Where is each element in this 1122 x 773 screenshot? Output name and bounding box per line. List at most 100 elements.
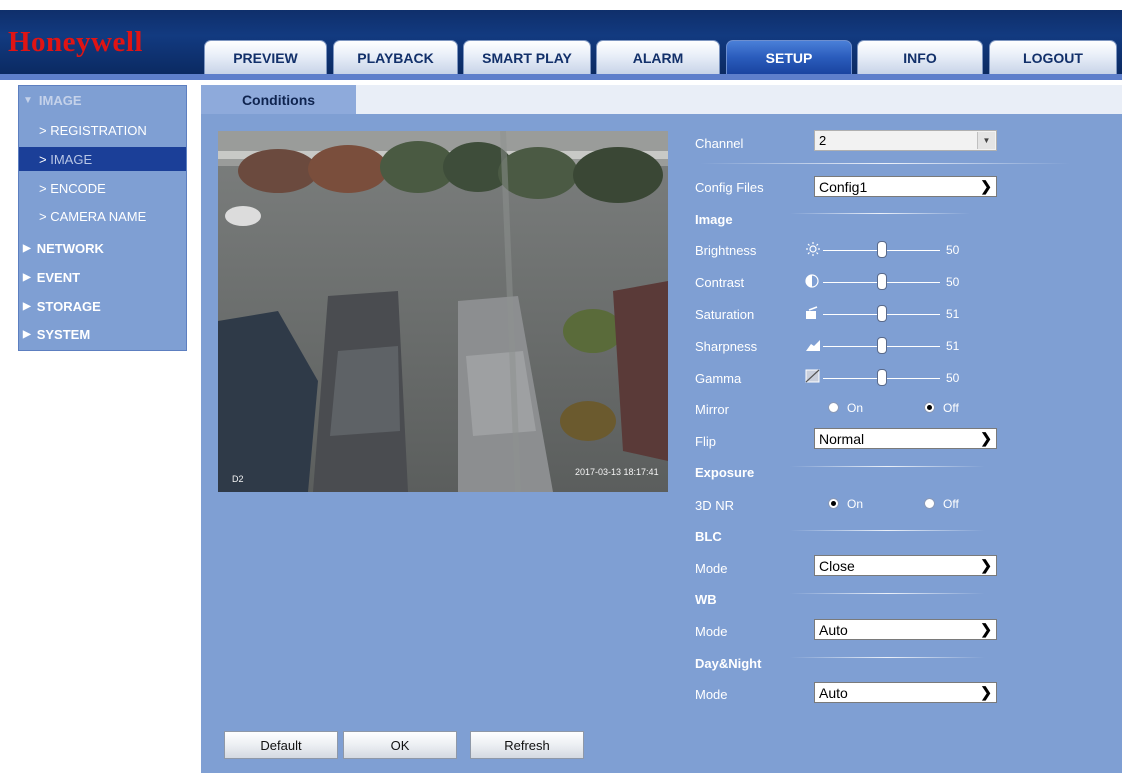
chevron-right-icon: > bbox=[39, 208, 51, 224]
default-button[interactable]: Default bbox=[224, 731, 338, 759]
chevron-down-icon: ❯ bbox=[980, 557, 992, 573]
chevron-down-icon: ❯ bbox=[980, 178, 992, 194]
mirror-on-radio[interactable] bbox=[828, 402, 839, 413]
sharpness-slider-thumb[interactable] bbox=[877, 337, 887, 354]
divider bbox=[790, 593, 985, 594]
tab-alarm[interactable]: ALARM bbox=[596, 40, 720, 74]
sidebar-item-image[interactable]: > IMAGE bbox=[19, 147, 186, 171]
camera-preview[interactable] bbox=[218, 131, 668, 492]
tab-preview[interactable]: PREVIEW bbox=[204, 40, 327, 74]
triangle-right-icon: ▶ bbox=[23, 300, 31, 312]
sharpness-value: 51 bbox=[946, 339, 960, 353]
3dnr-label: 3D NR bbox=[695, 498, 735, 513]
sharpness-icon bbox=[806, 340, 820, 351]
ok-button[interactable]: OK bbox=[343, 731, 457, 759]
3dnr-off-label: Off bbox=[943, 497, 959, 511]
camera-image bbox=[218, 131, 668, 492]
sharpness-label: Sharpness bbox=[695, 339, 758, 354]
blc-mode-value: Close bbox=[819, 557, 855, 574]
wb-mode-value: Auto bbox=[819, 621, 848, 638]
contrast-slider-thumb[interactable] bbox=[877, 273, 887, 290]
tab-conditions[interactable]: Conditions bbox=[201, 85, 356, 114]
saturation-label: Saturation bbox=[695, 307, 755, 322]
sidebar-item-encode[interactable]: > ENCODE bbox=[19, 176, 186, 200]
gamma-label: Gamma bbox=[695, 371, 742, 386]
sidebar-section-label: EVENT bbox=[36, 269, 81, 285]
channel-label: Channel bbox=[695, 136, 744, 151]
tab-smart-play[interactable]: SMART PLAY bbox=[463, 40, 591, 74]
camera-timestamp: 2017-03-13 18:17:41 bbox=[575, 467, 659, 477]
tab-playback[interactable]: PLAYBACK bbox=[333, 40, 458, 74]
sidebar-item-label: REGISTRATION bbox=[50, 122, 147, 138]
sidebar-section-label: IMAGE bbox=[38, 92, 82, 108]
wb-mode-label: Mode bbox=[695, 624, 728, 639]
section-image: Image bbox=[695, 212, 733, 227]
chevron-down-icon: ❯ bbox=[980, 430, 992, 446]
nav-strip bbox=[0, 74, 1122, 80]
daynight-mode-value: Auto bbox=[819, 684, 848, 701]
wb-mode-select[interactable]: Auto ❯ bbox=[814, 619, 997, 640]
saturation-icon bbox=[806, 306, 818, 319]
sidebar-item-label: CAMERA NAME bbox=[50, 208, 147, 224]
blc-mode-select[interactable]: Close ❯ bbox=[814, 555, 997, 576]
section-blc: BLC bbox=[695, 529, 722, 544]
flip-select[interactable]: Normal ❯ bbox=[814, 428, 997, 449]
sidebar-section-event[interactable]: ▶ EVENT bbox=[19, 265, 186, 289]
sidebar-item-label: ENCODE bbox=[50, 180, 106, 196]
mirror-on-label: On bbox=[847, 401, 864, 415]
sidebar-section-system[interactable]: ▶ SYSTEM bbox=[19, 322, 186, 346]
divider bbox=[790, 213, 970, 214]
contrast-icon bbox=[805, 274, 819, 288]
saturation-slider-thumb[interactable] bbox=[877, 305, 887, 322]
chevron-right-icon: > bbox=[39, 180, 51, 196]
flip-label: Flip bbox=[695, 434, 716, 449]
chevron-down-icon: ▼ bbox=[977, 132, 995, 149]
channel-value: 2 bbox=[819, 133, 827, 148]
divider bbox=[790, 657, 985, 658]
sidebar-section-network[interactable]: ▶ NETWORK bbox=[19, 236, 186, 260]
triangle-right-icon: ▶ bbox=[23, 242, 31, 254]
3dnr-on-radio[interactable] bbox=[828, 498, 839, 509]
blc-mode-label: Mode bbox=[695, 561, 728, 576]
mirror-off-radio[interactable] bbox=[924, 402, 935, 413]
brightness-label: Brightness bbox=[695, 243, 757, 258]
tab-logout[interactable]: LOGOUT bbox=[989, 40, 1117, 74]
3dnr-on-label: On bbox=[847, 497, 864, 511]
config-files-value: Config1 bbox=[819, 178, 868, 195]
divider bbox=[700, 163, 1070, 164]
3dnr-off-radio[interactable] bbox=[924, 498, 935, 509]
tab-setup[interactable]: SETUP bbox=[726, 40, 852, 74]
refresh-button[interactable]: Refresh bbox=[470, 731, 584, 759]
gamma-slider-thumb[interactable] bbox=[877, 369, 887, 386]
sidebar-section-label: NETWORK bbox=[36, 240, 104, 256]
sidebar-item-registration[interactable]: > REGISTRATION bbox=[19, 118, 186, 142]
sidebar-section-label: STORAGE bbox=[36, 298, 101, 314]
flip-value: Normal bbox=[819, 430, 865, 447]
channel-select[interactable]: 2 ▼ bbox=[814, 130, 997, 151]
sidebar-item-camera-name[interactable]: > CAMERA NAME bbox=[19, 204, 186, 228]
chevron-down-icon: ❯ bbox=[980, 621, 992, 637]
contrast-value: 50 bbox=[946, 275, 960, 289]
section-wb: WB bbox=[695, 592, 717, 607]
config-files-select[interactable]: Config1 ❯ bbox=[814, 176, 997, 197]
section-exposure: Exposure bbox=[695, 465, 755, 480]
honeywell-logo: Honeywell bbox=[8, 26, 143, 58]
saturation-value: 51 bbox=[946, 307, 960, 321]
chevron-right-icon: > bbox=[39, 151, 51, 167]
daynight-mode-select[interactable]: Auto ❯ bbox=[814, 682, 997, 703]
brightness-value: 50 bbox=[946, 243, 960, 257]
chevron-down-icon: ❯ bbox=[980, 684, 992, 700]
triangle-right-icon: ▶ bbox=[23, 328, 31, 340]
gamma-icon bbox=[805, 369, 820, 383]
daynight-mode-label: Mode bbox=[695, 687, 728, 702]
chevron-right-icon: > bbox=[39, 122, 51, 138]
tab-info[interactable]: INFO bbox=[857, 40, 983, 74]
sidebar: ▼ IMAGE > REGISTRATION > IMAGE > ENCODE … bbox=[18, 85, 187, 351]
sidebar-section-image[interactable]: ▼ IMAGE bbox=[19, 88, 186, 112]
sidebar-section-storage[interactable]: ▶ STORAGE bbox=[19, 294, 186, 318]
triangle-down-icon: ▼ bbox=[23, 94, 33, 106]
sidebar-item-label: IMAGE bbox=[50, 151, 93, 167]
contrast-label: Contrast bbox=[695, 275, 745, 290]
brightness-slider-thumb[interactable] bbox=[877, 241, 887, 258]
mirror-off-label: Off bbox=[943, 401, 959, 415]
